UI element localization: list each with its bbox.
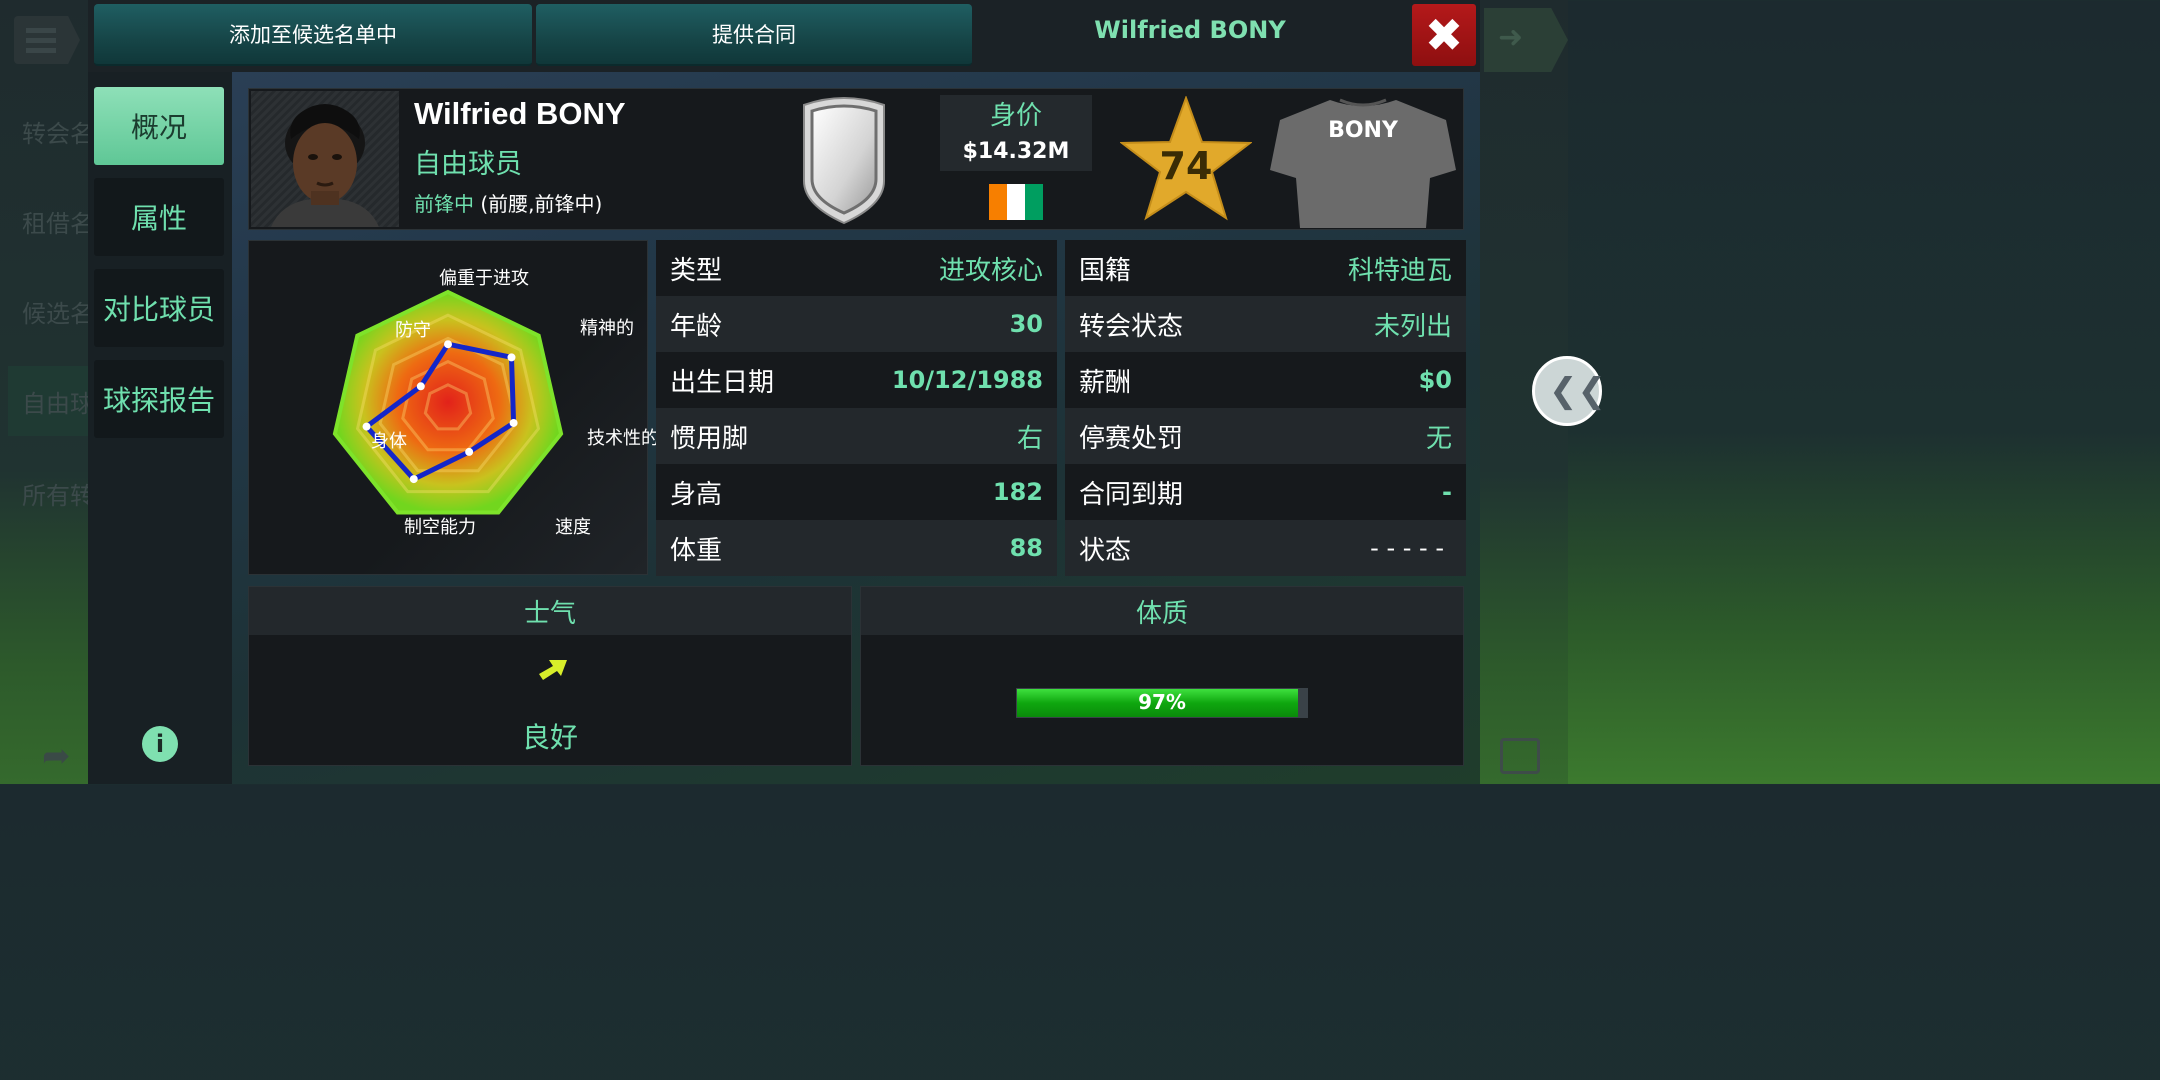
tab-scout-report[interactable]: 球探报告 <box>94 360 224 438</box>
tab-overview[interactable]: 概况 <box>94 87 224 165</box>
dialog-title: Wilfried BONY <box>1094 16 1286 44</box>
radar-value-point <box>509 418 518 427</box>
fitness-value: 97% <box>1138 690 1186 714</box>
morale-trend-arrow-icon <box>539 660 567 680</box>
info-row-height: 身高 182 <box>656 464 1057 520</box>
info-row-type: 类型 进攻核心 <box>656 240 1057 296</box>
player-status: 自由球员 <box>414 149 522 180</box>
info-key: 转会状态 <box>1079 311 1184 342</box>
player-rating: 74 <box>1159 144 1213 188</box>
info-value: 88 <box>1009 534 1043 562</box>
fitness-title: 体质 <box>861 587 1463 635</box>
info-value: 科特迪瓦 <box>1347 255 1452 286</box>
save-icon[interactable] <box>1500 738 1540 774</box>
bg-sidebar-item: 转会名 <box>22 120 88 148</box>
info-value: $0 <box>1418 366 1452 394</box>
radar-axis-label: 防守 <box>395 320 431 341</box>
radar-axis-label: 技术性的 <box>587 428 659 449</box>
radar-axis-label: 制空能力 <box>404 517 476 538</box>
nationality-flag-icon <box>989 184 1043 220</box>
add-to-shortlist-button[interactable]: 添加至候选名单中 <box>94 4 532 66</box>
jersey-icon <box>1270 98 1456 228</box>
alternate-positions: (前腰,前锋中) <box>480 192 603 216</box>
info-value: - <box>1442 478 1452 506</box>
radar-axis-label: 速度 <box>555 517 591 538</box>
tab-compare-players[interactable]: 对比球员 <box>94 269 224 347</box>
info-key: 身高 <box>670 479 723 510</box>
radar-value-point <box>444 340 452 349</box>
market-value-label: 身价 <box>989 101 1042 131</box>
radar-axis-label: 身体 <box>371 431 407 452</box>
club-crest-icon <box>803 97 885 225</box>
player-position: 前锋中 (前腰,前锋中) <box>414 188 602 217</box>
info-value: 30 <box>1009 310 1043 338</box>
info-row-suspension: 停赛处罚 无 <box>1065 408 1466 464</box>
radar-axis-label: 偏重于进攻 <box>439 268 529 289</box>
drawer-handle-icon[interactable]: ❮❮ <box>1532 356 1606 426</box>
info-key: 薪酬 <box>1079 367 1132 398</box>
info-key: 体重 <box>670 535 723 566</box>
info-value: 无 <box>1425 423 1452 454</box>
player-dialog: 添加至候选名单中 提供合同 Wilfried BONY ✖ 概况 属性 对比球员… <box>88 0 1480 784</box>
info-key: 出生日期 <box>670 367 775 398</box>
player-name: Wilfried BONY <box>414 96 626 131</box>
info-value: 未列出 <box>1373 311 1452 342</box>
radar-value-point <box>416 382 425 391</box>
player-portrait <box>251 91 399 227</box>
close-button[interactable]: ✖ <box>1412 4 1476 66</box>
radar-background <box>332 289 564 515</box>
info-row-weight: 体重 88 <box>656 520 1057 576</box>
bg-sidebar-item: 候选名 <box>22 300 88 328</box>
offer-contract-button[interactable]: 提供合同 <box>536 4 972 66</box>
info-value: 进攻核心 <box>938 255 1043 286</box>
info-key: 停赛处罚 <box>1079 423 1184 454</box>
info-key: 惯用脚 <box>670 423 749 454</box>
radar-value-point <box>507 353 516 362</box>
radar-axis-label: 精神的 <box>580 318 634 339</box>
info-key: 合同到期 <box>1079 479 1184 510</box>
morale-value: 良好 <box>521 721 578 754</box>
radar-value-point <box>362 422 371 431</box>
info-table-left: 类型 进攻核心 年龄 30 出生日期 10/12/1988 惯用脚 右 身高 1… <box>656 240 1057 576</box>
bg-sidebar-item: 自由球 <box>8 366 88 436</box>
info-row-contract-expiry: 合同到期 - <box>1065 464 1466 520</box>
info-row-form: 状态 - - - - - <box>1065 520 1466 576</box>
info-key: 年龄 <box>670 311 723 342</box>
jersey-name: BONY <box>1328 118 1398 143</box>
tab-attributes[interactable]: 属性 <box>94 178 224 256</box>
radar-value-point <box>409 475 418 484</box>
info-value: 10/12/1988 <box>891 366 1043 394</box>
info-row-birthdate: 出生日期 10/12/1988 <box>656 352 1057 408</box>
menu-icon[interactable] <box>14 16 80 64</box>
info-key: 状态 <box>1079 535 1132 566</box>
morale-title: 士气 <box>249 587 851 635</box>
info-row-wage: 薪酬 $0 <box>1065 352 1466 408</box>
back-arrow-icon[interactable]: ➦ <box>42 736 71 776</box>
info-row-transfer-status: 转会状态 未列出 <box>1065 296 1466 352</box>
primary-position: 前锋中 <box>414 192 474 216</box>
info-key: 国籍 <box>1079 255 1132 286</box>
info-value: 右 <box>1016 423 1043 454</box>
radar-value-point <box>465 447 474 456</box>
close-icon: ✖ <box>1424 8 1464 62</box>
market-value: $14.32M <box>962 139 1070 164</box>
info-icon[interactable]: i <box>142 726 178 762</box>
next-arrow-icon[interactable]: ➜ <box>1484 8 1568 72</box>
fitness-card: 体质 <box>860 586 1464 766</box>
bg-sidebar-item: 租借名 <box>22 210 88 238</box>
info-key: 类型 <box>670 255 723 286</box>
info-row-nationality: 国籍 科特迪瓦 <box>1065 240 1466 296</box>
form-indicators: - - - - - <box>1370 534 1444 562</box>
bg-sidebar-item: 所有转 <box>22 482 88 510</box>
info-value: 182 <box>992 478 1043 506</box>
info-row-age: 年龄 30 <box>656 296 1057 352</box>
info-table-right: 国籍 科特迪瓦 转会状态 未列出 薪酬 $0 停赛处罚 无 合同到期 - 状态 … <box>1065 240 1466 576</box>
info-row-preferred-foot: 惯用脚 右 <box>656 408 1057 464</box>
